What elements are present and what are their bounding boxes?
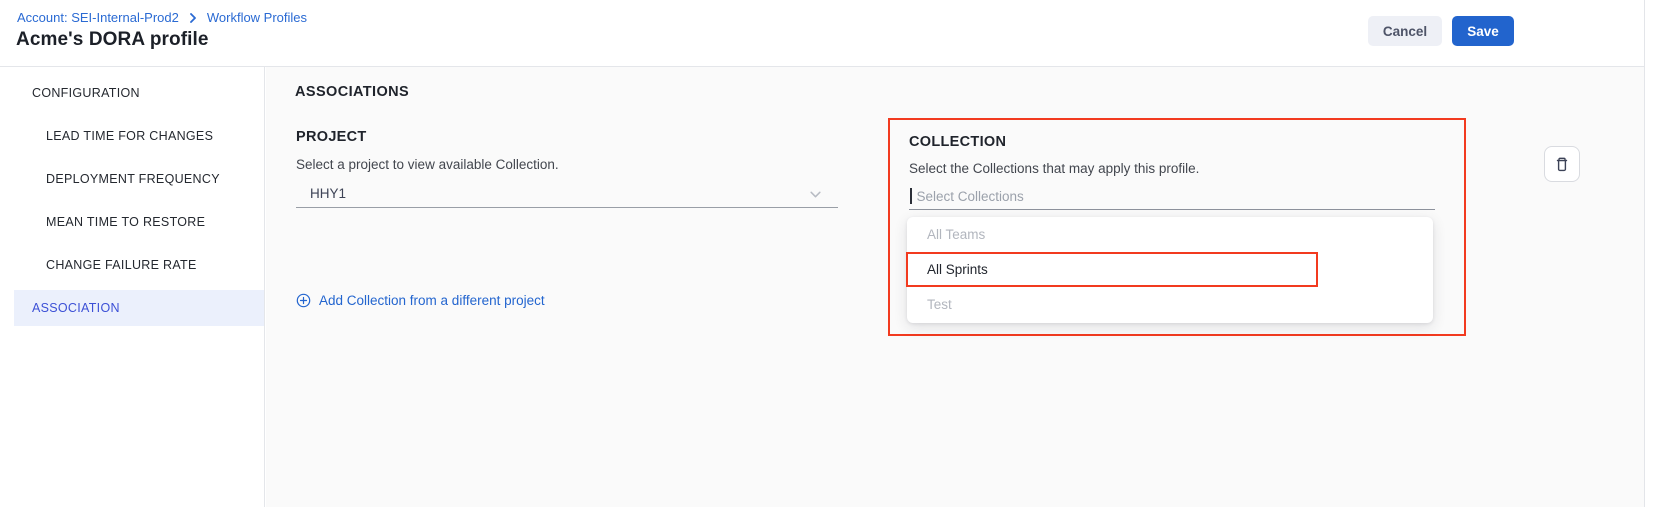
sidebar-item-label: ASSOCIATION xyxy=(14,301,120,315)
collections-input-placeholder: Select Collections xyxy=(917,189,1024,204)
sidebar-item-deployment-frequency[interactable]: DEPLOYMENT FREQUENCY xyxy=(14,161,264,197)
save-button[interactable]: Save xyxy=(1452,16,1514,46)
collection-title: COLLECTION xyxy=(909,134,1437,150)
sidebar-item-configuration[interactable]: CONFIGURATION xyxy=(14,75,264,111)
sidebar-item-association[interactable]: ASSOCIATION xyxy=(14,290,264,326)
project-block: PROJECT Select a project to view availab… xyxy=(296,129,841,208)
collection-description: Select the Collections that may apply th… xyxy=(909,161,1437,176)
breadcrumb: Account: SEI-Internal-Prod2 Workflow Pro… xyxy=(17,10,307,25)
main-content: ASSOCIATIONS PROJECT Select a project to… xyxy=(266,67,1644,507)
sidebar-item-label: CHANGE FAILURE RATE xyxy=(14,258,197,272)
delete-association-button[interactable] xyxy=(1544,146,1580,182)
trash-icon xyxy=(1554,156,1570,173)
plus-circle-icon xyxy=(296,293,311,308)
sidebar-item-mean-time-to-restore[interactable]: MEAN TIME TO RESTORE xyxy=(14,204,264,240)
option-label: All Sprints xyxy=(927,262,988,277)
project-select-value: HHY1 xyxy=(296,186,346,201)
collections-input[interactable]: Select Collections xyxy=(909,183,1435,210)
sidebar: CONFIGURATION LEAD TIME FOR CHANGES DEPL… xyxy=(5,67,265,507)
option-label: All Teams xyxy=(927,227,985,242)
option-test[interactable]: Test xyxy=(907,287,1433,322)
sidebar-item-lead-time-for-changes[interactable]: LEAD TIME FOR CHANGES xyxy=(14,118,264,154)
add-collection-link[interactable]: Add Collection from a different project xyxy=(296,293,545,308)
collection-block: COLLECTION Select the Collections that m… xyxy=(909,134,1437,210)
sidebar-item-label: MEAN TIME TO RESTORE xyxy=(14,215,205,229)
collections-dropdown: All Teams All Sprints Test xyxy=(907,217,1433,323)
add-collection-link-label: Add Collection from a different project xyxy=(319,293,545,308)
chevron-right-icon xyxy=(188,13,198,23)
cancel-button[interactable]: Cancel xyxy=(1368,16,1442,46)
option-all-sprints[interactable]: All Sprints xyxy=(907,252,1433,287)
page-header: Account: SEI-Internal-Prod2 Workflow Pro… xyxy=(0,0,1644,67)
associations-section-title: ASSOCIATIONS xyxy=(295,84,409,100)
sidebar-item-label: LEAD TIME FOR CHANGES xyxy=(14,129,213,143)
sidebar-item-change-failure-rate[interactable]: CHANGE FAILURE RATE xyxy=(14,247,264,283)
project-description: Select a project to view available Colle… xyxy=(296,157,841,172)
breadcrumb-account-link[interactable]: Account: SEI-Internal-Prod2 xyxy=(17,10,179,25)
app-window: Account: SEI-Internal-Prod2 Workflow Pro… xyxy=(0,0,1645,507)
project-select[interactable]: HHY1 xyxy=(296,180,838,208)
sidebar-item-label: DEPLOYMENT FREQUENCY xyxy=(14,172,220,186)
page-title: Acme's DORA profile xyxy=(16,29,209,51)
text-caret xyxy=(910,188,912,204)
breadcrumb-workflow-profiles-link[interactable]: Workflow Profiles xyxy=(207,10,307,25)
option-all-teams[interactable]: All Teams xyxy=(907,217,1433,252)
chevron-down-icon xyxy=(809,188,822,206)
project-title: PROJECT xyxy=(296,129,841,145)
sidebar-item-label: CONFIGURATION xyxy=(14,86,140,100)
option-label: Test xyxy=(927,297,952,312)
